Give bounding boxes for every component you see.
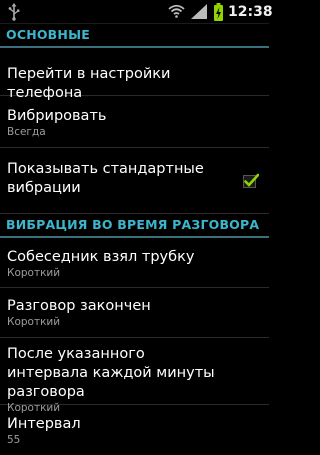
pref-summary: Всегда [7, 126, 46, 138]
status-bar: 12:38 [0, 0, 273, 24]
pref-call-answered[interactable]: Собеседник взял трубку Короткий [0, 238, 269, 288]
pref-title: Разговор закончен [7, 298, 151, 314]
pref-call-ended[interactable]: Разговор закончен Короткий [0, 288, 269, 338]
pref-interval[interactable]: Интервал 55 [0, 405, 269, 455]
pref-phone-settings[interactable]: Перейти в настройки телефона [0, 48, 269, 101]
wifi-icon [168, 4, 185, 18]
pref-title: Собеседник взял трубку [7, 249, 195, 265]
battery-charging-icon [214, 3, 223, 21]
pref-title: Показывать стандартные вибрации [7, 161, 204, 196]
pref-summary: Короткий [7, 267, 61, 279]
signal-icon [191, 4, 207, 19]
section-header-call-vibration: ВИБРАЦИЯ ВО ВРЕМЯ РАЗГОВОРА [0, 214, 269, 238]
pref-title: После указанного интервала каждой минуты… [7, 346, 215, 400]
preferences-list[interactable]: ОСНОВНЫЕ Перейти в настройки телефона Ви… [0, 24, 269, 455]
pref-after-interval[interactable]: После указанного интервала каждой минуты… [0, 338, 269, 414]
clock: 12:38 [228, 4, 273, 20]
section-header-general: ОСНОВНЫЕ [0, 24, 269, 48]
usb-icon [8, 3, 20, 21]
pref-show-standard-vibrations[interactable]: Показывать стандартные вибрации [0, 148, 269, 214]
pref-summary: 55 [7, 434, 21, 446]
pref-vibrate[interactable]: Вибрировать Всегда [0, 96, 269, 148]
pref-summary: Короткий [7, 316, 61, 328]
checkbox-checked-icon[interactable] [243, 173, 259, 189]
pref-title: Интервал [7, 416, 81, 432]
pref-title: Вибрировать [7, 108, 107, 124]
